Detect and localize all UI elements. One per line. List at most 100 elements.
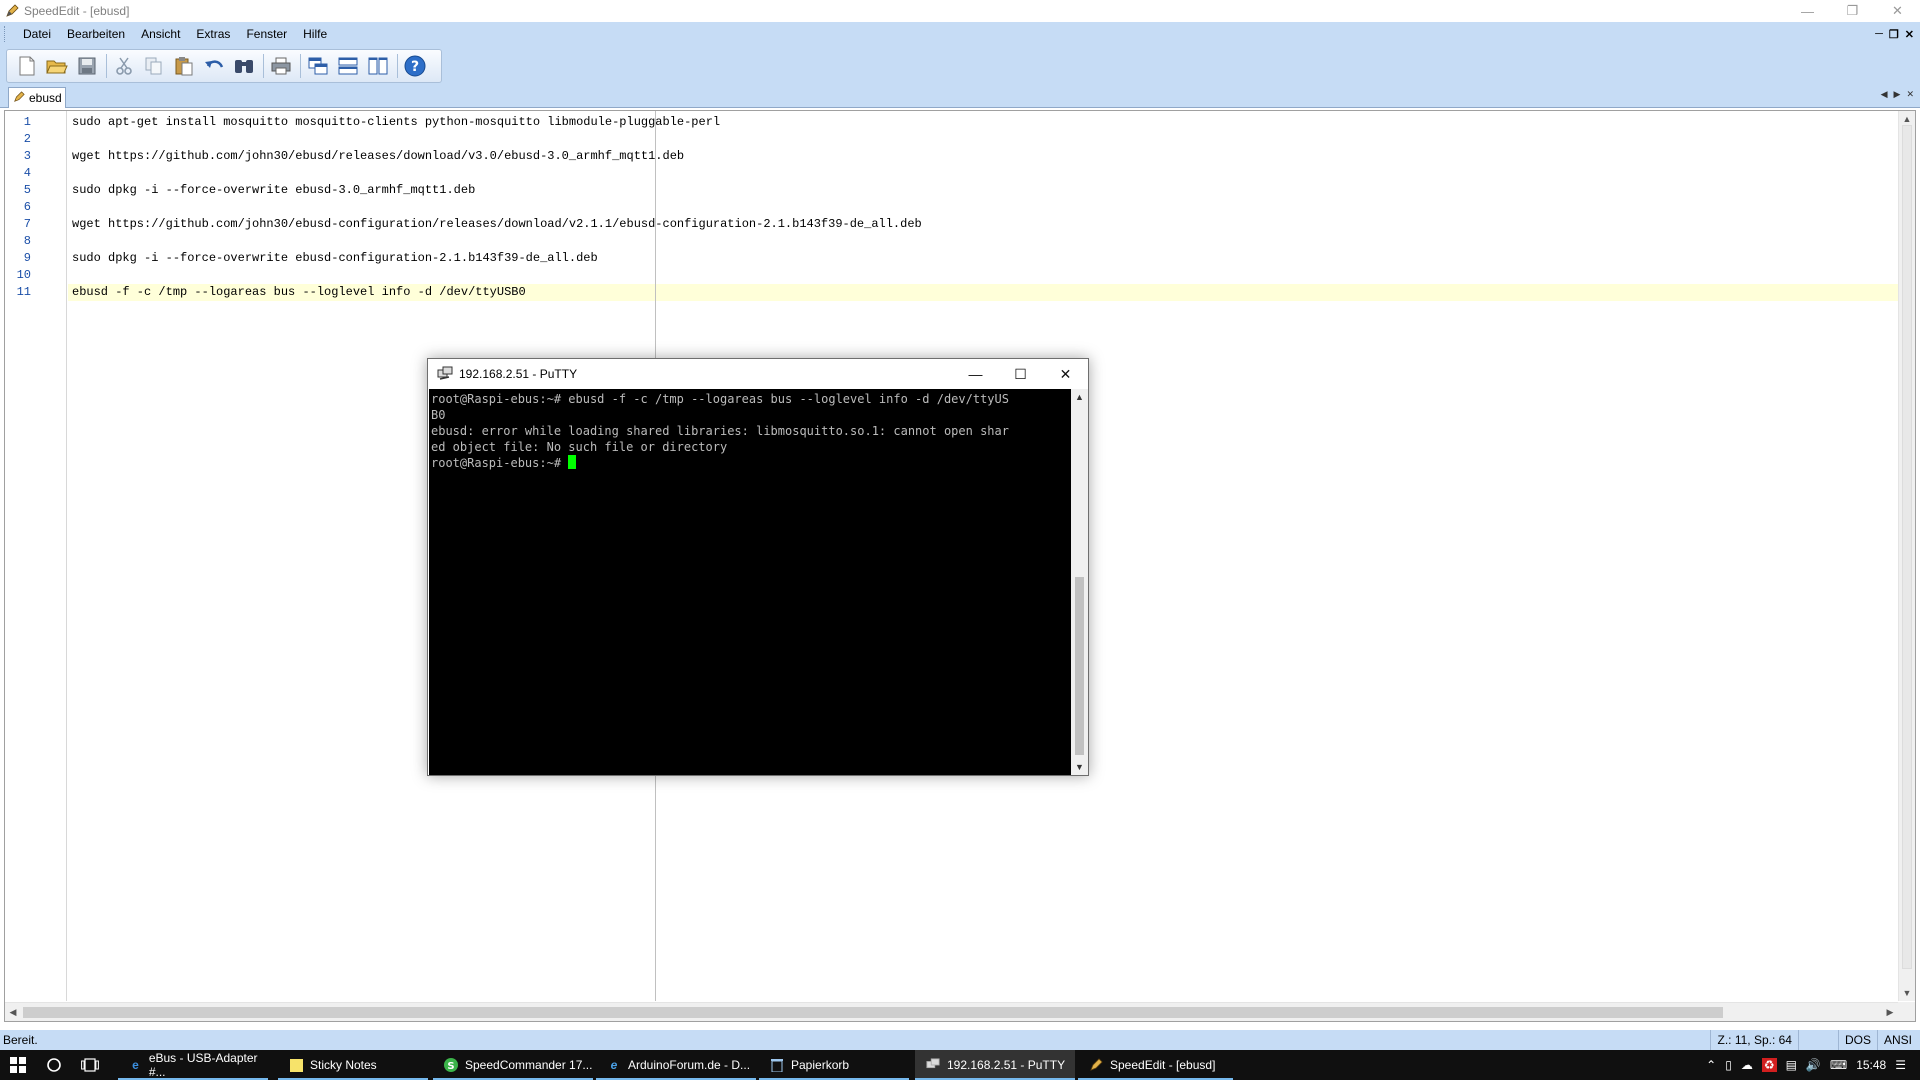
tab-scroll-left-icon[interactable]: ◀ — [1881, 89, 1888, 100]
taskbar-item-label: eBus - USB-Adapter #... — [148, 1051, 258, 1079]
taskbar-item-ie[interactable]: e ArduinoForum.de - D... — [596, 1050, 756, 1080]
speedcommander-icon: S — [443, 1057, 459, 1073]
tab-label: ebusd — [29, 91, 62, 105]
code-line[interactable]: sudo dpkg -i --force-overwrite ebusd-3.0… — [68, 182, 1898, 199]
code-line[interactable] — [68, 199, 1898, 216]
taskbar-item-label: SpeedEdit - [ebusd] — [1110, 1058, 1216, 1072]
menu-bearbeiten[interactable]: Bearbeiten — [59, 22, 133, 46]
putty-icon — [925, 1057, 941, 1073]
taskbar-item-putty[interactable]: 192.168.2.51 - PuTTY — [915, 1050, 1075, 1080]
taskbar-item-recycle-bin[interactable]: Papierkorb — [759, 1050, 909, 1080]
restore-button[interactable]: ❐ — [1830, 0, 1875, 22]
onedrive-icon[interactable]: ☁ — [1741, 1058, 1753, 1072]
tab-scroll-right-icon[interactable]: ▶ — [1894, 89, 1901, 100]
recycle-bin-icon — [769, 1057, 785, 1073]
tab-close-icon[interactable]: ✕ — [1906, 89, 1914, 100]
menu-hilfe[interactable]: Hilfe — [295, 22, 335, 46]
volume-icon[interactable]: 🔊 — [1806, 1058, 1821, 1072]
line-number-gutter: 1 2 3 4 5 6 7 8 9 10 11 — [5, 111, 67, 1001]
code-line[interactable] — [68, 233, 1898, 250]
putty-window[interactable]: 192.168.2.51 - PuTTY — ☐ ✕ root@Raspi-eb… — [427, 358, 1089, 776]
window-cascade-icon[interactable] — [304, 52, 332, 80]
taskbar-item-label: Papierkorb — [791, 1058, 850, 1072]
cortana-search-icon[interactable] — [36, 1050, 72, 1080]
terminal-output[interactable]: root@Raspi-ebus:~# ebusd -f -c /tmp --lo… — [429, 389, 1071, 775]
scrollbar-thumb[interactable] — [23, 1007, 1723, 1018]
action-center-icon[interactable]: ☰ — [1895, 1058, 1906, 1072]
menubar-grip[interactable] — [4, 26, 7, 42]
scroll-right-icon[interactable]: ▶ — [1882, 1003, 1898, 1021]
cut-icon[interactable] — [110, 52, 138, 80]
putty-minimize-button[interactable]: — — [953, 359, 998, 389]
scroll-down-icon[interactable]: ▼ — [1899, 985, 1915, 1001]
line-number: 3 — [23, 149, 31, 163]
code-line[interactable] — [68, 165, 1898, 182]
minimize-button[interactable]: — — [1785, 0, 1830, 22]
show-hidden-icons-icon[interactable]: ⌃ — [1706, 1058, 1716, 1072]
code-line[interactable]: sudo dpkg -i --force-overwrite ebusd-con… — [68, 250, 1898, 267]
task-view-icon[interactable] — [72, 1050, 108, 1080]
mdi-restore-button[interactable]: ❐ — [1889, 28, 1899, 41]
start-button[interactable] — [0, 1050, 36, 1080]
keyboard-icon[interactable]: ⌨ — [1830, 1058, 1847, 1072]
line-ending[interactable]: DOS — [1837, 1030, 1877, 1050]
undo-icon[interactable] — [200, 52, 228, 80]
menu-datei[interactable]: Datei — [15, 22, 59, 46]
speededit-app-icon — [4, 3, 20, 19]
scrollbar-thumb[interactable] — [1075, 577, 1084, 755]
code-line[interactable]: wget https://github.com/john30/ebusd/rel… — [68, 148, 1898, 165]
encoding[interactable]: ANSI — [1876, 1030, 1918, 1050]
split-horizontal-icon[interactable] — [334, 52, 362, 80]
usb-device-icon[interactable]: ▯ — [1725, 1058, 1732, 1072]
new-file-icon[interactable] — [13, 52, 41, 80]
toolbar-separator — [106, 54, 107, 78]
code-line[interactable] — [68, 267, 1898, 284]
current-code-line[interactable]: ebusd -f -c /tmp --logareas bus --loglev… — [68, 284, 1898, 301]
menubar: Datei Bearbeiten Ansicht Extras Fenster … — [0, 22, 1920, 46]
taskbar: e eBus - USB-Adapter #... Sticky Notes S… — [0, 1050, 1920, 1080]
code-line[interactable]: sudo apt-get install mosquitto mosquitto… — [68, 114, 1898, 131]
print-icon[interactable] — [267, 52, 295, 80]
code-line[interactable] — [68, 131, 1898, 148]
close-button[interactable]: ✕ — [1875, 0, 1920, 22]
line-number: 10 — [16, 268, 31, 282]
open-folder-icon[interactable] — [43, 52, 71, 80]
mdi-close-button[interactable]: ✕ — [1905, 28, 1914, 41]
editor-horizontal-scrollbar[interactable]: ◀ ▶ — [5, 1002, 1898, 1021]
copy-icon[interactable] — [140, 52, 168, 80]
taskbar-item-speedcommander[interactable]: S SpeedCommander 17... — [433, 1050, 593, 1080]
menu-extras[interactable]: Extras — [188, 22, 238, 46]
putty-scrollbar[interactable]: ▲ ▼ — [1071, 389, 1088, 775]
editor-vertical-scrollbar[interactable]: ▲ ▼ — [1898, 111, 1915, 1001]
size-grip — [1898, 1002, 1915, 1021]
taskbar-item-edge[interactable]: e eBus - USB-Adapter #... — [118, 1050, 268, 1080]
taskbar-item-sticky-notes[interactable]: Sticky Notes — [278, 1050, 428, 1080]
network-icon[interactable]: ▤ — [1786, 1058, 1797, 1072]
help-icon[interactable]: ? — [401, 52, 429, 80]
window-title: SpeedEdit - [ebusd] — [24, 4, 130, 18]
split-vertical-icon[interactable] — [364, 52, 392, 80]
menu-ansicht[interactable]: Ansicht — [133, 22, 188, 46]
find-icon[interactable] — [230, 52, 258, 80]
putty-close-button[interactable]: ✕ — [1043, 359, 1088, 389]
scroll-down-icon[interactable]: ▼ — [1071, 759, 1088, 775]
putty-icon — [437, 366, 453, 382]
code-line[interactable]: wget https://github.com/john30/ebusd-con… — [68, 216, 1898, 233]
terminal-prompt: root@Raspi-ebus:~# — [431, 456, 569, 470]
scrollbar-thumb[interactable] — [1902, 125, 1912, 969]
scroll-up-icon[interactable]: ▲ — [1071, 389, 1088, 405]
toolbar-separator — [263, 54, 264, 78]
mdi-minimize-button[interactable]: ─ — [1875, 28, 1883, 40]
tab-ebusd[interactable]: ebusd — [8, 87, 66, 108]
save-icon[interactable] — [73, 52, 101, 80]
taskbar-item-speededit[interactable]: SpeedEdit - [ebusd] — [1078, 1050, 1233, 1080]
scroll-left-icon[interactable]: ◀ — [5, 1003, 21, 1021]
putty-titlebar[interactable]: 192.168.2.51 - PuTTY — ☐ ✕ — [428, 359, 1088, 389]
antivirus-icon[interactable]: ♻ — [1761, 1058, 1777, 1072]
menu-fenster[interactable]: Fenster — [238, 22, 295, 46]
putty-maximize-button[interactable]: ☐ — [998, 359, 1043, 389]
paste-icon[interactable] — [170, 52, 198, 80]
line-number: 2 — [23, 132, 31, 146]
terminal-line: root@Raspi-ebus:~# ebusd -f -c /tmp --lo… — [431, 392, 1009, 406]
clock[interactable]: 15:48 — [1856, 1058, 1886, 1072]
